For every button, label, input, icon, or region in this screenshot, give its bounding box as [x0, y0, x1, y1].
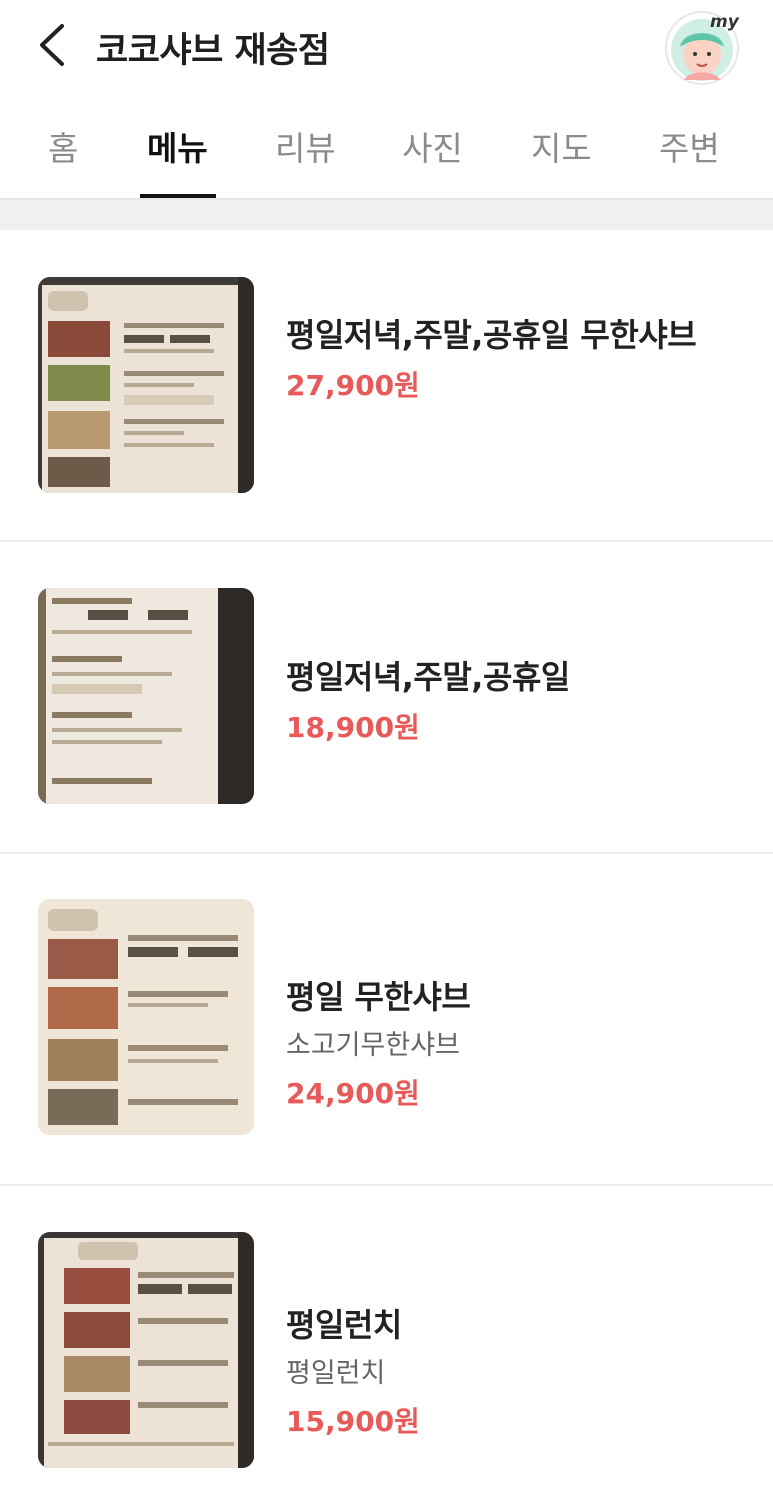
menu-photo	[38, 1232, 254, 1468]
menu-item-price: 27,900원	[286, 369, 420, 402]
menu-item-name: 평일저녁,주말,공휴일	[286, 658, 570, 696]
menu-item-name: 평일저녁,주말,공휴일 무한샤브	[286, 316, 697, 354]
menu-item-description: 소고기무한샤브	[286, 1030, 460, 1061]
tab-photos[interactable]: 사진	[402, 122, 463, 170]
menu-item[interactable]: 평일런치 평일런치 15,900원	[0, 1186, 773, 1512]
menu-item-price: 18,900원	[286, 711, 420, 744]
section-separator	[0, 200, 773, 230]
menu-photo	[38, 588, 254, 804]
menu-item-price: 15,900원	[286, 1405, 420, 1438]
menu-item-text: 평일저녁,주말,공휴일 무한샤브 27,900원	[286, 312, 726, 406]
tab-reviews[interactable]: 리뷰	[275, 122, 336, 170]
tab-map[interactable]: 지도	[531, 122, 592, 170]
page-title: 코코샤브 재송점	[96, 31, 330, 71]
menu-item-text: 평일런치 평일런치 15,900원	[286, 1302, 726, 1442]
menu-photo	[38, 899, 254, 1135]
menu-item-name: 평일 무한샤브	[286, 978, 471, 1016]
tab-bar: 홈 메뉴 리뷰 사진 지도 주변	[0, 110, 773, 202]
menu-item[interactable]: 평일저녁,주말,공휴일 18,900원	[0, 542, 773, 852]
menu-photo	[38, 277, 254, 493]
app-header: 코코샤브 재송점 my	[0, 0, 773, 92]
menu-item-description: 평일런치	[286, 1358, 386, 1389]
tab-nearby[interactable]: 주변	[659, 122, 720, 170]
menu-item-price: 24,900원	[286, 1077, 420, 1110]
menu-item-name: 평일런치	[286, 1306, 402, 1344]
tab-home[interactable]: 홈	[48, 122, 78, 170]
back-arrow-icon[interactable]	[30, 20, 80, 70]
menu-item[interactable]: 평일저녁,주말,공휴일 무한샤브 27,900원	[0, 230, 773, 540]
avatar-my-label: my	[710, 12, 740, 32]
menu-item-text: 평일저녁,주말,공휴일 18,900원	[286, 654, 726, 748]
menu-item[interactable]: 평일 무한샤브 소고기무한샤브 24,900원	[0, 854, 773, 1184]
menu-item-text: 평일 무한샤브 소고기무한샤브 24,900원	[286, 974, 726, 1114]
tab-menu[interactable]: 메뉴	[147, 122, 208, 170]
my-avatar-icon[interactable]: my	[664, 10, 740, 86]
